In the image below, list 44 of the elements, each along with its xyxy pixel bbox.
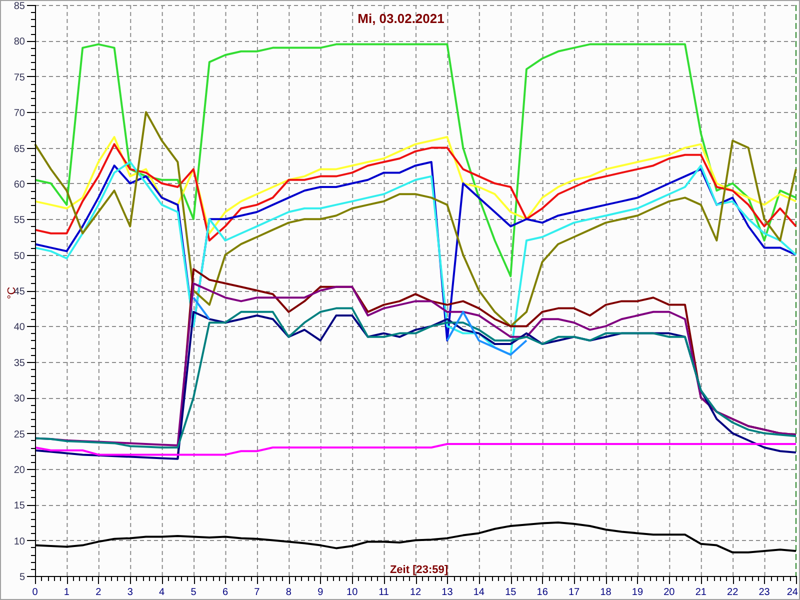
x-tick-label: 24 — [786, 587, 798, 598]
y-tick-label: 5 — [19, 572, 25, 583]
y-tick-label: 25 — [14, 429, 25, 440]
x-tick-label: 14 — [473, 587, 484, 598]
x-tick-label: 10 — [346, 587, 358, 598]
x-tick-label: 9 — [318, 587, 324, 598]
x-axis-title: Zeit [23:59] — [390, 564, 448, 576]
x-tick-label: 16 — [536, 587, 548, 598]
y-tick-label: 55 — [14, 215, 25, 226]
y-tick-label: 85 — [14, 1, 25, 12]
y-tick-label: 65 — [14, 144, 25, 155]
x-tick-label: 0 — [32, 587, 38, 598]
x-tick-label: 11 — [378, 587, 389, 598]
x-tick-label: 17 — [568, 587, 580, 598]
x-tick-label: 3 — [127, 587, 133, 598]
x-tick-label: 12 — [410, 587, 422, 598]
y-tick-label: 10 — [14, 536, 25, 548]
x-tick-label: 22 — [727, 587, 738, 598]
y-tick-label: 70 — [14, 108, 25, 120]
y-tick-label: 45 — [14, 286, 25, 298]
x-tick-label: 23 — [758, 587, 770, 598]
x-tick-label: 15 — [505, 587, 516, 598]
y-tick-label: 30 — [14, 394, 25, 405]
y-tick-label: 50 — [14, 250, 25, 262]
y-tick-label: 20 — [14, 464, 25, 476]
chart-title: Mi, 03.02.2021 — [358, 11, 444, 26]
x-tick-label: 6 — [222, 587, 228, 598]
x-tick-label: 19 — [632, 587, 644, 598]
y-tick-label: 75 — [14, 72, 25, 84]
x-tick-label: 2 — [96, 587, 102, 598]
x-tick-label: 20 — [664, 587, 675, 598]
y-tick-label: 60 — [14, 179, 25, 190]
y-tick-label: 15 — [14, 500, 25, 512]
y-tick-label: 40 — [14, 322, 25, 334]
y-tick-label: 35 — [14, 358, 25, 369]
x-tick-label: 1 — [64, 587, 70, 598]
y-tick-label: 80 — [14, 36, 25, 48]
x-tick-label: 8 — [286, 587, 292, 598]
x-tick-label: 18 — [600, 587, 612, 598]
x-tick-label: 4 — [159, 587, 165, 598]
x-tick-label: 21 — [695, 587, 706, 598]
x-tick-label: 13 — [442, 587, 453, 598]
x-tick-label: 7 — [254, 587, 260, 598]
x-tick-label: 5 — [190, 587, 196, 598]
